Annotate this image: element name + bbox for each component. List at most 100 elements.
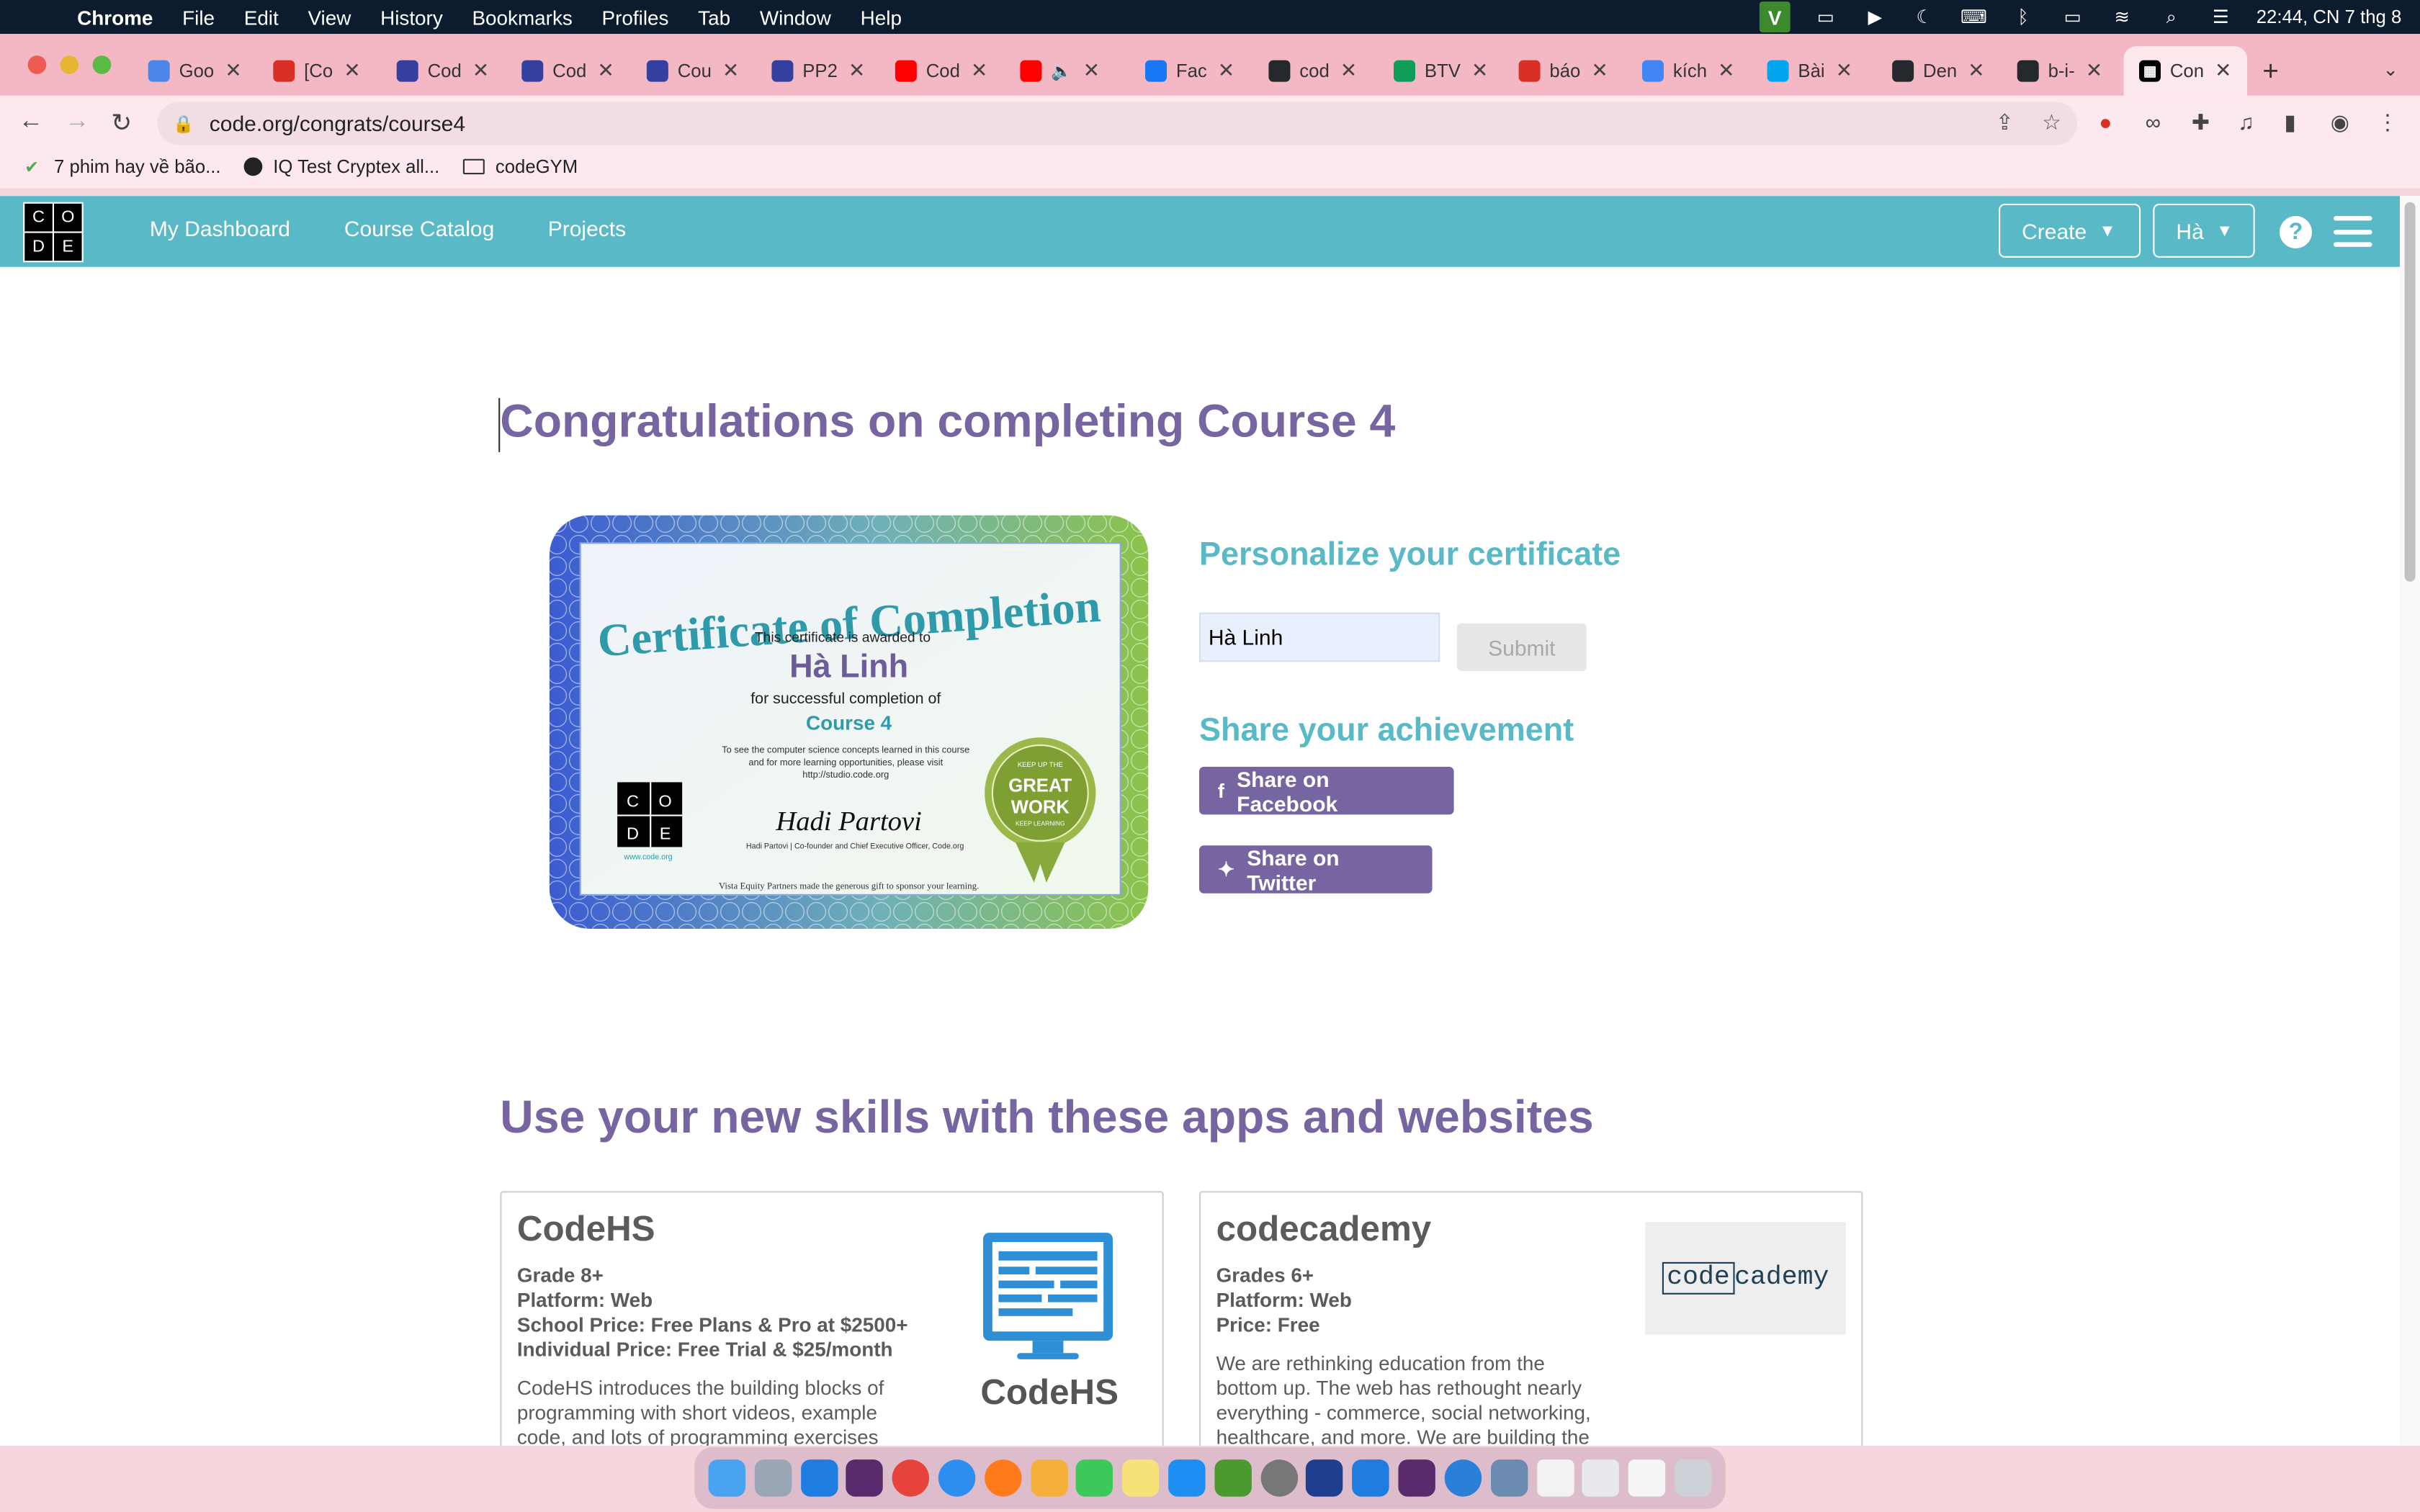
submit-button[interactable]: Submit: [1456, 623, 1587, 672]
moon-icon[interactable]: ☾: [1911, 6, 1939, 28]
tab-item[interactable]: Fac ✕: [1145, 50, 1234, 93]
close-window-icon[interactable]: [27, 55, 47, 74]
url-text[interactable]: code.org/congrats/course4: [210, 111, 465, 135]
document-icon[interactable]: [1628, 1459, 1666, 1497]
new-tab-icon[interactable]: +: [2262, 55, 2279, 88]
close-tab-icon[interactable]: ✕: [2215, 58, 2231, 83]
menu-help[interactable]: Help: [861, 6, 902, 29]
facetime-icon[interactable]: [1076, 1459, 1113, 1497]
app-card-codecademy[interactable]: codecademy Grades 6+ Platform: Web Price…: [1199, 1191, 1863, 1446]
close-tab-icon[interactable]: ✕: [344, 58, 360, 83]
side-panel-icon[interactable]: ▮: [2284, 109, 2296, 135]
finder-icon[interactable]: [708, 1459, 745, 1497]
reload-icon[interactable]: ↻: [111, 108, 132, 139]
tab-item[interactable]: Goo ✕: [148, 50, 242, 93]
media-icon[interactable]: ♫: [2238, 109, 2254, 134]
share-facebook-button[interactable]: f Share on Facebook: [1199, 766, 1454, 816]
close-tab-icon[interactable]: ✕: [1718, 58, 1734, 83]
app-card-codehs[interactable]: CodeHS Grade 8+ Platform: Web School Pri…: [500, 1191, 1164, 1446]
menu-history[interactable]: History: [380, 6, 443, 29]
battery-icon[interactable]: ▭: [2058, 6, 2087, 28]
close-tab-icon[interactable]: ✕: [1836, 58, 1852, 83]
address-bar[interactable]: 🔒 code.org/congrats/course4: [157, 102, 2078, 145]
chrome-menu-icon[interactable]: ⋮: [2377, 109, 2398, 135]
bookmark-item[interactable]: ✔ 7 phim hay về bão...: [24, 156, 220, 177]
document-icon[interactable]: [1536, 1459, 1574, 1497]
share-page-icon[interactable]: ⇪: [1996, 109, 2014, 135]
search-icon[interactable]: ⌕: [2158, 6, 2186, 28]
tab-item[interactable]: Cod ✕: [396, 50, 489, 93]
menu-edit[interactable]: Edit: [244, 6, 279, 29]
menu-file[interactable]: File: [182, 6, 215, 29]
tab-item[interactable]: PP2 ✕: [771, 50, 865, 93]
bookmark-item[interactable]: IQ Test Cryptex all...: [243, 156, 439, 177]
share-twitter-button[interactable]: ✦ Share on Twitter: [1199, 845, 1433, 894]
tab-item[interactable]: kích ✕: [1642, 50, 1734, 93]
tab-item[interactable]: b-i- ✕: [2017, 50, 2102, 93]
nav-course-catalog[interactable]: Course Catalog: [344, 216, 494, 240]
menu-window[interactable]: Window: [760, 6, 831, 29]
close-tab-icon[interactable]: ✕: [1218, 58, 1234, 83]
maximize-window-icon[interactable]: [92, 55, 112, 74]
close-tab-icon[interactable]: ✕: [225, 58, 241, 83]
close-tab-icon[interactable]: ✕: [1083, 58, 1100, 83]
zalo-icon[interactable]: [1352, 1459, 1390, 1497]
adblock-extension-icon[interactable]: ●: [2099, 109, 2112, 134]
tab-active[interactable]: ▦ Con ✕: [2123, 46, 2247, 96]
nav-my-dashboard[interactable]: My Dashboard: [150, 216, 290, 240]
scrollbar-thumb[interactable]: [2404, 202, 2416, 582]
bluetooth-icon[interactable]: ᛒ: [2009, 6, 2038, 28]
vim-extension-icon[interactable]: V: [1759, 1, 1791, 33]
control-center-icon[interactable]: ☰: [2207, 6, 2235, 28]
system-settings-icon[interactable]: [1260, 1459, 1298, 1497]
bookmark-star-icon[interactable]: ☆: [2042, 109, 2061, 135]
tab-item[interactable]: Cou ✕: [646, 50, 739, 93]
close-tab-icon[interactable]: ✕: [2086, 58, 2102, 83]
tab-item[interactable]: Cod ✕: [521, 50, 614, 93]
menu-app-name[interactable]: Chrome: [77, 6, 153, 29]
hamburger-menu-icon[interactable]: [2334, 216, 2372, 247]
photos-icon[interactable]: [1030, 1459, 1067, 1497]
firefox-icon[interactable]: [984, 1459, 1022, 1497]
chrome-icon[interactable]: [892, 1459, 930, 1497]
clock[interactable]: 22:44, CN 7 thg 8: [2257, 6, 2402, 28]
forward-icon[interactable]: →: [65, 108, 89, 136]
menu-profiles[interactable]: Profiles: [602, 6, 669, 29]
close-tab-icon[interactable]: ✕: [1591, 58, 1608, 83]
tab-item[interactable]: cod ✕: [1268, 50, 1357, 93]
code-org-logo[interactable]: C O D E: [23, 202, 84, 263]
profile-avatar-icon[interactable]: ◉: [2331, 109, 2349, 135]
tab-item[interactable]: BTV ✕: [1393, 50, 1488, 93]
notes-icon[interactable]: [1122, 1459, 1160, 1497]
menu-bookmarks[interactable]: Bookmarks: [472, 6, 572, 29]
preview-icon[interactable]: [1444, 1459, 1482, 1497]
display-icon[interactable]: ▭: [1812, 6, 1840, 28]
close-tab-icon[interactable]: ✕: [472, 58, 489, 83]
close-tab-icon[interactable]: ✕: [1340, 58, 1357, 83]
user-dropdown[interactable]: Hà ▼: [2153, 203, 2255, 258]
play-icon[interactable]: ▶: [1861, 6, 1889, 28]
tab-item[interactable]: báo ✕: [1518, 50, 1608, 93]
minimize-window-icon[interactable]: [60, 55, 79, 74]
tab-item[interactable]: [Co ✕: [273, 50, 361, 93]
nav-projects[interactable]: Projects: [548, 216, 626, 240]
document-icon[interactable]: [1582, 1459, 1620, 1497]
vim-icon[interactable]: [1214, 1459, 1252, 1497]
menu-view[interactable]: View: [308, 6, 351, 29]
keyboard-icon[interactable]: ⌨: [1960, 6, 1988, 28]
tab-item[interactable]: Bài ✕: [1767, 50, 1852, 93]
app-store-icon[interactable]: [1168, 1459, 1206, 1497]
tab-item[interactable]: 🔈 ✕: [1020, 50, 1100, 93]
bookmark-folder[interactable]: codeGYM: [462, 156, 578, 177]
lock-icon[interactable]: 🔒: [173, 114, 194, 134]
menu-tab[interactable]: Tab: [698, 6, 730, 29]
close-tab-icon[interactable]: ✕: [1471, 58, 1488, 83]
wifi-icon[interactable]: ≋: [2108, 6, 2136, 28]
extension-icon[interactable]: ∞: [2146, 109, 2161, 134]
screen-icon[interactable]: [1490, 1459, 1528, 1497]
close-tab-icon[interactable]: ✕: [971, 58, 987, 83]
back-icon[interactable]: ←: [19, 108, 43, 136]
speaker-icon[interactable]: 🔈: [1051, 61, 1072, 81]
tab-search-icon[interactable]: ⌄: [2383, 58, 2398, 80]
page-scrollbar[interactable]: [2400, 196, 2420, 1446]
